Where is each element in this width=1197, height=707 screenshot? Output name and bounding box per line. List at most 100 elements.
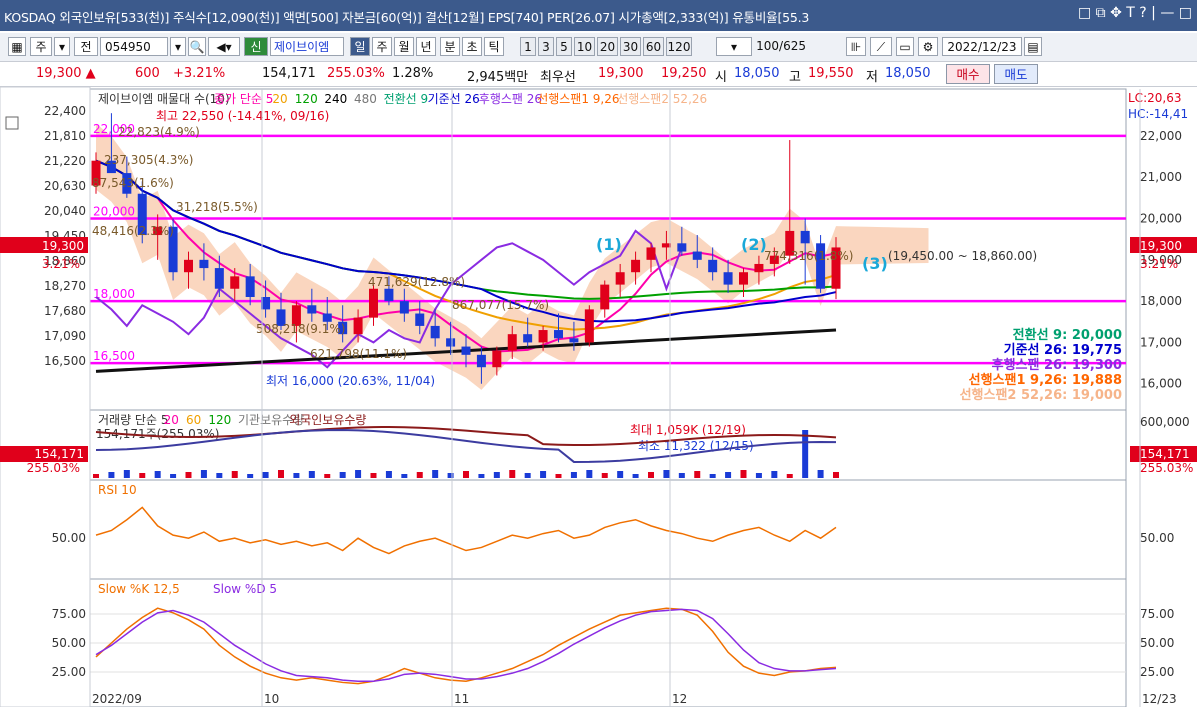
sell-button[interactable]: 매도 [994, 64, 1038, 84]
layout-icon[interactable]: ▦ [8, 37, 26, 56]
date-input[interactable]: 2022/12/23 [942, 37, 1022, 56]
volume-bar [108, 472, 115, 478]
interval-10[interactable]: 10 [574, 37, 595, 56]
volume-legend: 60 [186, 413, 201, 427]
volume-legend: 외국인보유수량 [289, 413, 366, 427]
volume-profile-label: 471,629(12.8%) [368, 275, 465, 289]
volume-bar [416, 472, 423, 478]
volume-bar [663, 470, 670, 478]
volume-bar [123, 470, 130, 478]
annotation-low: 최저 16,000 (20.63%, 11/04) [266, 374, 435, 388]
candle [384, 288, 394, 302]
wave-label-2: (2) [741, 235, 767, 254]
legend-item: 선행스팬2 52,26 [617, 91, 707, 106]
ask-price: 19,300 [598, 66, 644, 81]
candle [723, 272, 733, 285]
candle [476, 354, 486, 368]
calendar-icon[interactable]: ▤ [1024, 37, 1042, 56]
volume-bar [93, 474, 99, 478]
chart-tool-icon[interactable]: ⊪ [846, 37, 866, 56]
y-tick-left: 17,680 [44, 304, 86, 318]
toolbar: ▦ 주 ▾ 전 054950 ▾ 🔍 ◀▾ 신 제이브이엠 일 주 월 년 분 … [0, 33, 1197, 62]
candle [369, 288, 378, 318]
tab-minute[interactable]: 분 [440, 37, 460, 56]
stoch-tick-left: 50.00 [52, 636, 86, 650]
count-field[interactable]: 100/625 [756, 37, 808, 56]
y-tick-left: 21,810 [44, 129, 86, 143]
candle [507, 334, 517, 351]
search-icon[interactable]: 🔍 [188, 37, 206, 56]
line-tool-icon[interactable]: ⟋ [870, 37, 892, 56]
volume-bar [709, 474, 716, 478]
candle [615, 272, 625, 285]
legend-item: 후행스팬 26 [479, 91, 542, 106]
tab-week[interactable]: 주 [372, 37, 392, 56]
interval-5[interactable]: 5 [556, 37, 572, 56]
indicator-value: 기준선 26: 19,775 [1004, 342, 1122, 358]
interval-30[interactable]: 30 [620, 37, 641, 56]
price-badge-left-text: 19,300 [42, 239, 84, 253]
volume-bar [632, 474, 639, 478]
volume-bar [555, 474, 562, 478]
volume-bar [324, 474, 331, 478]
annotation-high: 최고 22,550 (-14.41%, 09/16) [156, 109, 329, 123]
current-price: 19,300 ▲ [36, 66, 96, 81]
interval-1[interactable]: 1 [520, 37, 536, 56]
tab-month[interactable]: 월 [394, 37, 414, 56]
interval-3[interactable]: 3 [538, 37, 554, 56]
change-percent: +3.21% [173, 66, 226, 81]
volume-bar [509, 470, 516, 478]
stock-chart[interactable]: 22,000 20,000 18,000 16,500 제이브이엠 매물대 수(10)종… [0, 87, 1197, 707]
candle [569, 338, 579, 343]
volume-bar [247, 474, 254, 478]
volume-profile-label: 31,218(5.5%) [176, 200, 258, 214]
y-tick-left: 18,270 [44, 279, 86, 293]
prev-button[interactable]: 전 [74, 37, 98, 56]
volume-bar [308, 471, 315, 478]
interval-20[interactable]: 20 [597, 37, 618, 56]
tab-second[interactable]: 초 [462, 37, 482, 56]
interval-120[interactable]: 120 [666, 37, 692, 56]
volume-bar [694, 471, 701, 478]
volume-bar [786, 474, 793, 478]
tab-tick[interactable]: 틱 [484, 37, 504, 56]
candle [399, 301, 409, 314]
candle [245, 276, 255, 297]
top-right-lc: LC:20,63 [1128, 91, 1181, 105]
stoch-tick-right: 25.00 [1140, 665, 1174, 679]
candle [677, 243, 687, 252]
volume-pct-right: 255.03% [1140, 461, 1193, 475]
volume-legend: 거래량 단순 5 [98, 413, 168, 427]
candle [584, 309, 594, 343]
volume-bar [185, 472, 192, 478]
volume-bar [339, 472, 346, 478]
settings-icon[interactable]: ⚙ [918, 37, 938, 56]
speaker-icon[interactable]: ◀▾ [208, 37, 240, 56]
grid-toggle-icon [5, 116, 19, 130]
count-dropdown[interactable]: ▾ [716, 37, 752, 56]
window-controls[interactable]: □ ⧉ ✥ T ? | — □ [1078, 5, 1192, 21]
buy-button[interactable]: 매수 [946, 64, 990, 84]
volume-bar [355, 470, 362, 478]
volume-bar [370, 473, 377, 478]
tab-year[interactable]: 년 [416, 37, 436, 56]
legend-item: 20 [272, 92, 287, 106]
save-icon[interactable]: ▭ [896, 37, 914, 56]
rsi-tick-right: 50.00 [1140, 531, 1174, 545]
code-input[interactable]: 054950 [100, 37, 168, 56]
candle [754, 263, 764, 273]
tab-day[interactable]: 일 [350, 37, 370, 56]
volume-profile-label: 48,416(2.3%) [92, 224, 174, 238]
indicator-value: 선행스팬2 52,26: 19,000 [960, 387, 1122, 403]
code-dropdown-icon[interactable]: ▾ [170, 37, 186, 56]
quote-bar: 19,300 ▲ 600 +3.21% 154,171 255.03% 1.28… [0, 62, 1197, 87]
period-select[interactable]: 주 [30, 37, 52, 56]
interval-60[interactable]: 60 [643, 37, 664, 56]
candle [523, 334, 533, 343]
new-badge[interactable]: 신 [244, 37, 268, 56]
candle [461, 346, 471, 355]
low-label: 저 [866, 70, 878, 85]
volume-profile-label: 237,305(4.3%) [104, 153, 193, 167]
stoch-tick-right: 50.00 [1140, 636, 1174, 650]
dropdown-icon[interactable]: ▾ [54, 37, 70, 56]
